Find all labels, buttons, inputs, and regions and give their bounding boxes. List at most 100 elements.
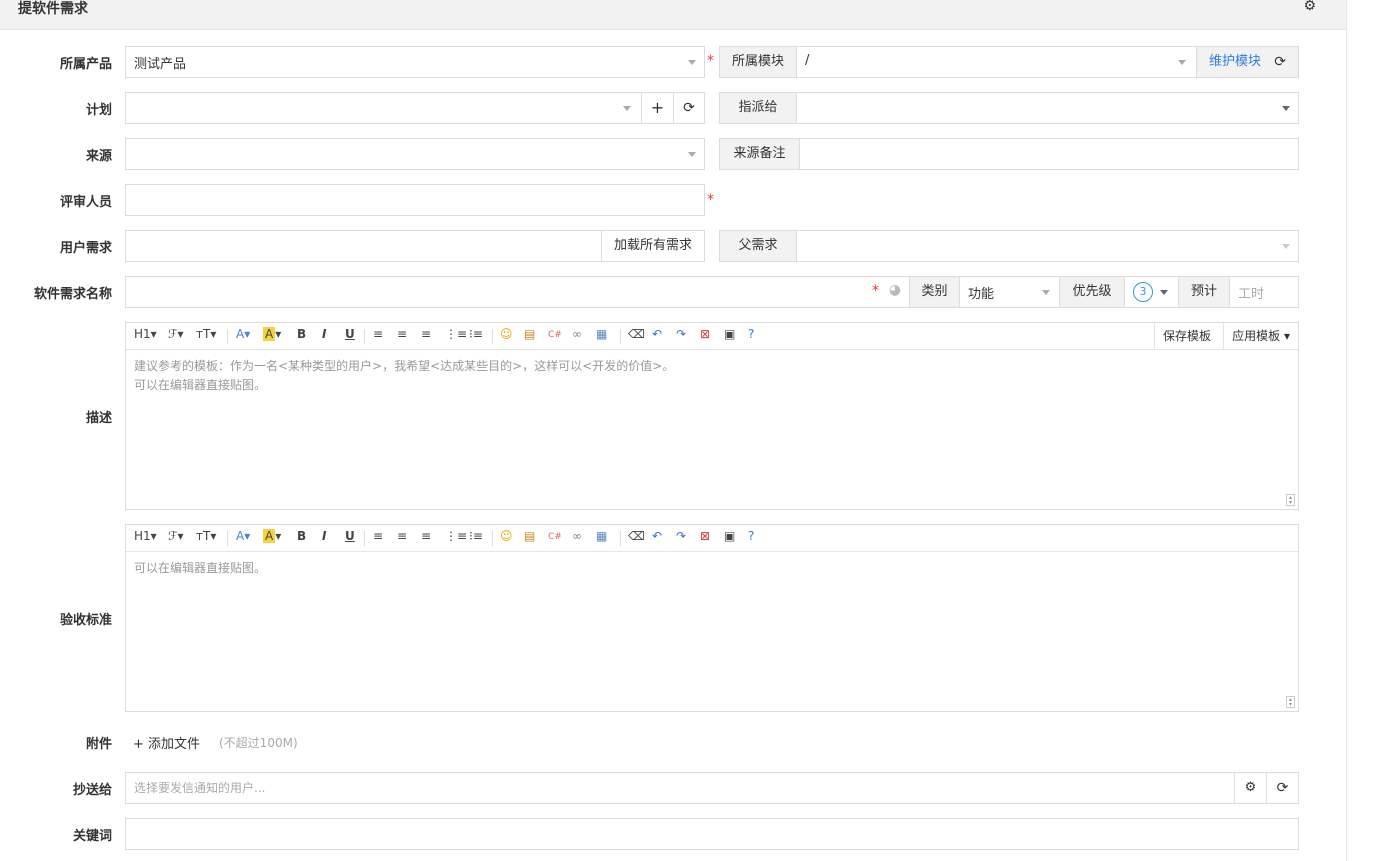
eraser-icon[interactable]: ⌫ xyxy=(628,529,645,543)
desc-editor[interactable]: H1▾ ℱ▾ тT▾ A▾ A ▾ B I U ≡ ≡ ≡ ⋮≡ ⁝≡ ☺ ▤ C… xyxy=(125,322,1299,510)
align-left-icon[interactable]: ≡ xyxy=(373,529,383,543)
underline-button[interactable]: U xyxy=(345,529,355,543)
load-all-reqs-button[interactable]: 加载所有需求 xyxy=(601,230,705,262)
add-plan-button[interactable]: + xyxy=(641,92,674,124)
save-template-button[interactable]: 保存模板 xyxy=(1153,323,1219,349)
product-select[interactable]: 测试产品 xyxy=(125,46,705,78)
refresh-plan-button[interactable]: ⟳ xyxy=(673,92,705,124)
ordered-list-icon[interactable]: ⋮≡ xyxy=(445,529,467,543)
emoji-icon[interactable]: ☺ xyxy=(500,529,513,543)
image-icon[interactable]: ▤ xyxy=(524,529,535,543)
undo-icon[interactable]: ↶ xyxy=(652,529,662,543)
unordered-list-icon[interactable]: ⁝≡ xyxy=(469,529,483,543)
verify-editor[interactable]: H1▾ ℱ▾ тT▾ A▾ A ▾ B I U ≡ ≡ ≡ ⋮≡ ⁝≡ ☺ ▤ C… xyxy=(125,524,1299,712)
toolbar-divider xyxy=(492,531,493,546)
link-icon[interactable]: ∞ xyxy=(572,529,582,543)
toolbar-divider xyxy=(364,531,365,546)
bold-button[interactable]: B xyxy=(297,529,306,543)
chevron-down-icon xyxy=(1178,60,1186,65)
undo-icon[interactable]: ↶ xyxy=(652,327,662,341)
toolbar-divider xyxy=(620,531,621,546)
heading-button[interactable]: H1▾ xyxy=(134,529,157,543)
module-select[interactable]: / xyxy=(796,46,1197,78)
file-size-limit: (不超过100M) xyxy=(219,736,298,750)
align-right-icon[interactable]: ≡ xyxy=(421,327,431,341)
mailto-select[interactable]: 选择要发信通知的用户... xyxy=(125,772,1235,804)
page-header: 提软件需求 ⚙ xyxy=(0,0,1346,30)
plan-label: 计划 xyxy=(85,103,112,118)
code-icon[interactable]: C# xyxy=(548,532,562,542)
font-family-button[interactable]: ℱ▾ xyxy=(168,327,183,341)
source-icon[interactable]: ▣ xyxy=(724,327,735,341)
chevron-down-icon xyxy=(1282,106,1290,111)
keywords-label: 关键词 xyxy=(72,829,112,844)
mailto-label: 抄送给 xyxy=(72,783,112,798)
source-select[interactable] xyxy=(125,138,705,170)
fullscreen-icon[interactable]: ⊠ xyxy=(700,529,710,543)
eraser-icon[interactable]: ⌫ xyxy=(628,327,645,341)
toolbar-divider xyxy=(492,329,493,344)
redo-icon[interactable]: ↷ xyxy=(676,529,686,543)
font-size-button[interactable]: тT▾ xyxy=(196,327,216,341)
help-icon[interactable]: ? xyxy=(748,327,754,341)
maintain-module-link[interactable]: 维护模块 xyxy=(1209,47,1261,77)
refresh-icon[interactable]: ⟳ xyxy=(1274,47,1286,77)
verify-body[interactable]: 可以在编辑器直接贴图。 xyxy=(126,552,1298,585)
add-file-button[interactable]: + 添加文件 xyxy=(133,733,200,752)
contacts-settings-button[interactable]: ⚙ xyxy=(1234,772,1267,804)
resize-handle[interactable]: ▴ ▾ xyxy=(1286,696,1295,708)
toolbar-divider xyxy=(227,329,228,344)
bg-color-button[interactable]: A ▾ xyxy=(263,529,281,543)
refresh-contacts-button[interactable]: ⟳ xyxy=(1266,772,1299,804)
bg-color-button[interactable]: A ▾ xyxy=(263,327,281,341)
emoji-icon[interactable]: ☺ xyxy=(500,327,513,341)
underline-button[interactable]: U xyxy=(345,327,355,341)
unordered-list-icon[interactable]: ⁝≡ xyxy=(469,327,483,341)
assign-select[interactable] xyxy=(796,92,1299,124)
keywords-input[interactable] xyxy=(125,818,1299,850)
scrollbar-divider xyxy=(1346,0,1347,861)
user-req-select[interactable] xyxy=(125,230,602,262)
font-family-button[interactable]: ℱ▾ xyxy=(168,529,183,543)
parent-select[interactable] xyxy=(796,230,1299,262)
italic-button[interactable]: I xyxy=(322,327,326,341)
gear-icon[interactable]: ⚙ xyxy=(1303,0,1316,14)
source-icon[interactable]: ▣ xyxy=(724,529,735,543)
required-mark: * xyxy=(872,283,879,299)
source-note-input[interactable] xyxy=(799,138,1299,170)
font-color-button[interactable]: A▾ xyxy=(236,529,250,543)
mailto-placeholder: 选择要发信通知的用户... xyxy=(134,781,266,795)
priority-select[interactable]: 3 xyxy=(1124,276,1179,308)
title-input[interactable]: * ◕ xyxy=(125,276,910,308)
gear-icon: ⚙ xyxy=(1244,780,1257,795)
align-left-icon[interactable]: ≡ xyxy=(373,327,383,341)
category-select[interactable]: 功能 xyxy=(959,276,1060,308)
refresh-icon: ⟳ xyxy=(1276,780,1289,796)
code-icon[interactable]: C# xyxy=(548,330,562,340)
resize-handle[interactable]: ▴ ▾ xyxy=(1286,494,1295,506)
desc-body[interactable]: 建议参考的模板：作为一名<某种类型的用户>，我希望<达成某些目的>，这样可以<开… xyxy=(126,350,1298,402)
heading-button[interactable]: H1▾ xyxy=(134,327,157,341)
title-label: 软件需求名称 xyxy=(33,287,112,302)
redo-icon[interactable]: ↷ xyxy=(676,327,686,341)
estimate-input[interactable]: 工时 xyxy=(1229,276,1299,308)
bold-button[interactable]: B xyxy=(297,327,306,341)
image-icon[interactable]: ▤ xyxy=(524,327,535,341)
table-icon[interactable]: ▦ xyxy=(596,529,607,543)
link-icon[interactable]: ∞ xyxy=(572,327,582,341)
align-center-icon[interactable]: ≡ xyxy=(397,327,407,341)
font-color-button[interactable]: A▾ xyxy=(236,327,250,341)
reviewer-select[interactable] xyxy=(125,184,705,216)
italic-button[interactable]: I xyxy=(322,529,326,543)
plan-select[interactable] xyxy=(125,92,642,124)
palette-icon[interactable]: ◕ xyxy=(889,282,901,298)
table-icon[interactable]: ▦ xyxy=(596,327,607,341)
apply-template-button[interactable]: 应用模板 ▾ xyxy=(1223,323,1298,349)
reviewer-label: 评审人员 xyxy=(59,195,112,210)
align-right-icon[interactable]: ≡ xyxy=(421,529,431,543)
font-size-button[interactable]: тT▾ xyxy=(196,529,216,543)
help-icon[interactable]: ? xyxy=(748,529,754,543)
align-center-icon[interactable]: ≡ xyxy=(397,529,407,543)
fullscreen-icon[interactable]: ⊠ xyxy=(700,327,710,341)
ordered-list-icon[interactable]: ⋮≡ xyxy=(445,327,467,341)
